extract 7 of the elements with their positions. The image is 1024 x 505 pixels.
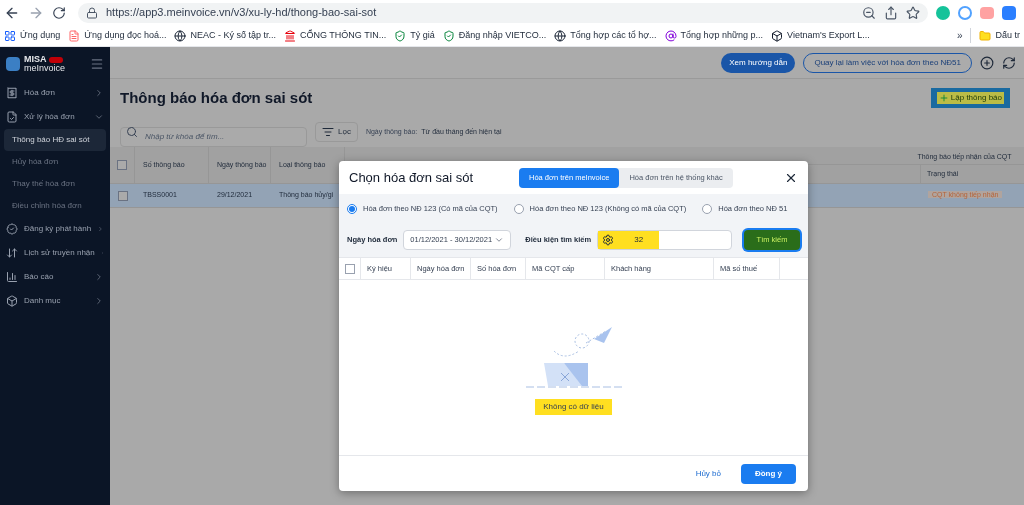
condition-value: 32 (632, 231, 660, 249)
empty-message: Không có dữ liệu (535, 398, 612, 415)
dialog-title: Chọn hóa đơn sai sót (349, 168, 475, 187)
url-text: https://app3.meinvoice.vn/v3/xu-ly-hd/thong-bao-sai-sot (106, 5, 377, 21)
logo-text: meInvoice (24, 64, 66, 73)
logo-text: MISA (24, 55, 47, 64)
page-title: Thông báo hóa đơn sai sót (120, 87, 314, 108)
